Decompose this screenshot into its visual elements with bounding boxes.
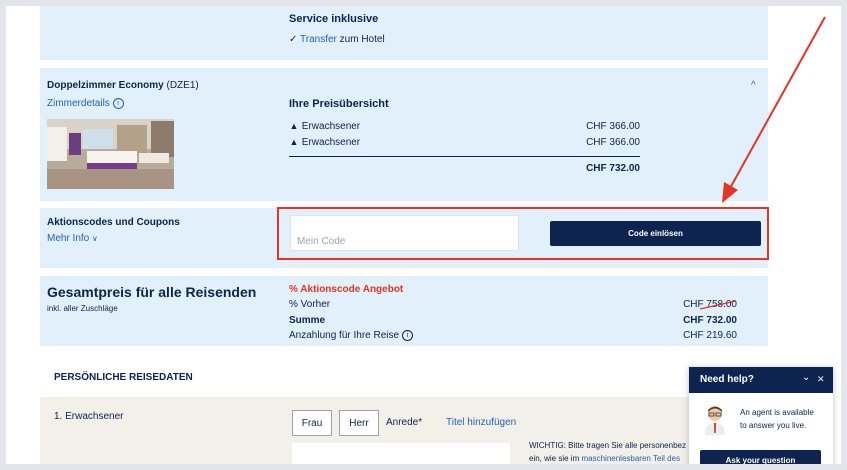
- total-heading: Gesamtpreis für alle Reisenden: [47, 284, 257, 300]
- chat-title: Need help?: [700, 374, 754, 385]
- deposit-value: CHF 219.60: [683, 330, 737, 341]
- room-total-value: CHF 732.00: [586, 163, 640, 174]
- add-title-link[interactable]: Titel hinzufügen: [446, 417, 516, 428]
- salutation-herr-button[interactable]: Herr: [339, 410, 379, 436]
- sum-label: Summe: [289, 315, 326, 326]
- agent-avatar-icon: [705, 406, 725, 435]
- price-overview-heading: Ihre Preisübersicht: [289, 98, 389, 110]
- passport-info-link[interactable]: maschinenlesbaren Teil des: [581, 454, 680, 463]
- room-details-label: Zimmerdetails: [47, 98, 110, 109]
- total-subheading: inkl. aller Zuschläge: [47, 304, 118, 313]
- salutation-frau-button[interactable]: Frau: [292, 410, 332, 436]
- info-icon: i: [112, 98, 124, 109]
- price-row-2-text: Erwachsener: [301, 137, 361, 148]
- chevron-down-icon: ∨: [92, 234, 98, 243]
- price-row-1-label: ▲ Erwachsener: [289, 121, 361, 132]
- coupon-heading: Aktionscodes und Coupons: [47, 217, 180, 228]
- transfer-link[interactable]: Transfer: [300, 34, 337, 45]
- notice-line-1: WICHTIG: Bitte tragen Sie alle personenb…: [529, 441, 686, 450]
- price-row-1-value: CHF 366.00: [586, 121, 640, 132]
- personal-data-heading: PERSÖNLICHE REISEDATEN: [54, 372, 193, 383]
- room-panel: Doppelzimmer Economy (DZE1) Zimmerdetail…: [40, 68, 768, 201]
- price-divider: [289, 156, 640, 157]
- room-details-link[interactable]: Zimmerdetails i: [47, 98, 124, 109]
- close-icon[interactable]: ✕: [817, 374, 825, 385]
- notice-line-2: ein, wie sie im maschinenlesbaren Teil d…: [529, 454, 680, 463]
- more-info-link[interactable]: Mehr Info ∨: [47, 233, 98, 244]
- price-row-1-text: Erwachsener: [301, 121, 361, 132]
- room-photo[interactable]: [47, 119, 174, 189]
- traveler-section: 1. Erwachsener Frau Herr Anrede* Titel h…: [40, 397, 768, 470]
- room-photo-illustration: [47, 119, 174, 189]
- notice-line-2-text: ein, wie sie im: [529, 454, 580, 463]
- check-icon: ✓: [289, 34, 298, 45]
- price-row-2-value: CHF 366.00: [586, 137, 640, 148]
- strikethrough-mark: [699, 300, 737, 310]
- previous-price-label: % Vorher: [289, 299, 331, 310]
- promo-label: % Aktionscode Angebot: [289, 284, 404, 295]
- deposit-label: Anzahlung für Ihre Reise i: [289, 330, 413, 341]
- chat-message-line-1: An agent is available: [740, 408, 814, 417]
- person-icon: ▲: [289, 137, 299, 147]
- transfer-suffix: zum Hotel: [339, 34, 385, 45]
- deposit-label-text: Anzahlung für Ihre Reise: [289, 330, 400, 341]
- sum-value: CHF 732.00: [683, 315, 737, 326]
- ask-question-button[interactable]: Ask your question: [700, 450, 821, 470]
- chat-header: Need help? ⌄ ✕: [689, 367, 833, 393]
- room-code: (DZE1): [166, 80, 199, 91]
- room-name: Doppelzimmer Economy: [47, 80, 164, 91]
- collapse-chevron-icon[interactable]: ^: [751, 80, 756, 91]
- traveler-label: 1. Erwachsener: [54, 411, 124, 422]
- room-title: Doppelzimmer Economy (DZE1): [47, 80, 199, 91]
- chat-widget: Need help? ⌄ ✕ An agent is available to …: [689, 367, 833, 470]
- chat-message-line-2: to answer you live.: [740, 421, 807, 430]
- total-panel: Gesamtpreis für alle Reisenden inkl. all…: [40, 276, 768, 346]
- info-icon[interactable]: i: [401, 330, 413, 341]
- price-row-2-label: ▲ Erwachsener: [289, 137, 361, 148]
- transfer-line: ✓ Transfer zum Hotel: [289, 34, 385, 45]
- more-info-label: Mehr Info: [47, 233, 90, 244]
- minimize-icon[interactable]: ⌄: [802, 372, 810, 383]
- name-input-field[interactable]: [292, 443, 510, 470]
- salutation-label: Anrede*: [386, 417, 423, 428]
- annotation-highlight-box: [277, 207, 769, 260]
- person-icon: ▲: [289, 121, 299, 131]
- service-panel: Service inklusive ✓ Transfer zum Hotel: [40, 6, 768, 60]
- service-heading: Service inklusive: [289, 13, 379, 25]
